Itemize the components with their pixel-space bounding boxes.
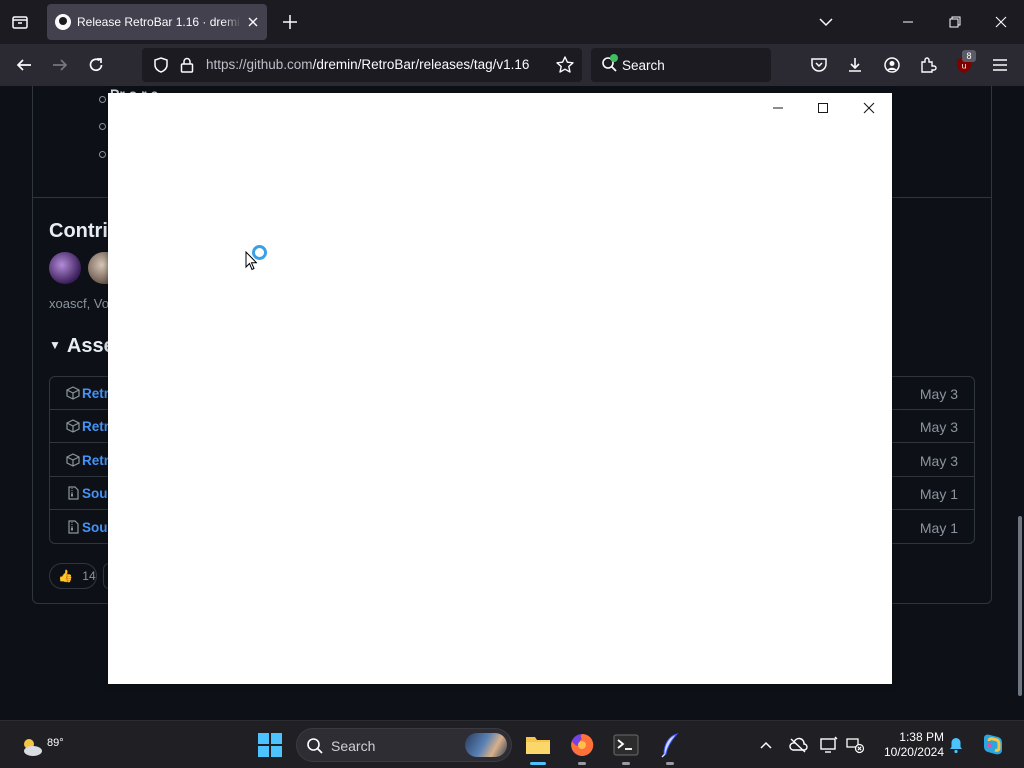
browser-nav-bar: https://github.com/dremin/RetroBar/relea… (0, 44, 1024, 86)
terminal-icon[interactable] (610, 729, 642, 765)
start-windows-icon[interactable] (258, 733, 282, 757)
running-app-indicator (666, 762, 674, 765)
display-icon[interactable] (819, 735, 839, 755)
extension-badge: 8 (962, 50, 976, 62)
asset-date: May 3 (919, 453, 958, 469)
network-disconnected-icon[interactable] (845, 735, 865, 755)
list-all-tabs-icon[interactable] (8, 10, 32, 34)
menu-hamburger-icon[interactable] (989, 54, 1011, 76)
search-bar[interactable]: Search (591, 48, 771, 82)
forward-arrow-icon[interactable] (49, 54, 71, 76)
lock-icon[interactable] (176, 54, 198, 76)
system-clock[interactable]: 1:38 PM 10/20/2024 (870, 730, 944, 760)
reaction-thumbs-up-button[interactable]: 👍 14 (49, 563, 97, 589)
avatar[interactable] (49, 252, 81, 284)
onedrive-offline-icon[interactable] (788, 735, 808, 755)
minimize-window-button[interactable] (758, 96, 798, 120)
package-icon (66, 419, 80, 433)
tab-release-retrobar[interactable]: Release RetroBar 1.16 · dremin/RetroBar (47, 4, 267, 40)
pocket-icon[interactable] (808, 54, 830, 76)
package-icon (66, 453, 80, 467)
file-zip-icon (68, 520, 79, 534)
taskbar: 89° Search 1:38 PM 10/20/2024 (0, 720, 1024, 768)
list-bullet (99, 96, 106, 103)
asset-date: May 3 (919, 419, 958, 435)
asset-date: May 3 (919, 386, 958, 402)
url-text[interactable]: https://github.com/dremin/RetroBar/relea… (206, 57, 546, 72)
list-bullet (99, 151, 106, 158)
address-bar[interactable]: https://github.com/dremin/RetroBar/relea… (142, 48, 582, 82)
back-arrow-icon[interactable] (13, 54, 35, 76)
weather-temperature: 89° (47, 737, 64, 749)
search-bar-placeholder: Search (622, 58, 665, 73)
taskbar-search-placeholder: Search (331, 738, 376, 754)
asset-link[interactable]: Retr (82, 453, 109, 468)
package-icon (66, 386, 80, 400)
minimize-window-button[interactable] (886, 8, 930, 36)
triangle-down-icon: ▼ (49, 338, 61, 352)
github-icon (55, 14, 71, 30)
asset-link[interactable]: Retr (82, 386, 109, 401)
close-window-button[interactable] (979, 8, 1023, 36)
restore-window-button[interactable] (933, 8, 977, 36)
active-app-indicator (530, 762, 546, 765)
firefox-icon[interactable] (566, 729, 598, 765)
search-icon (307, 738, 323, 754)
bookmark-star-icon[interactable] (554, 54, 576, 76)
file-explorer-icon[interactable] (522, 729, 554, 765)
extensions-puzzle-icon[interactable] (917, 54, 939, 76)
downloads-icon[interactable] (844, 54, 866, 76)
running-app-indicator (578, 762, 586, 765)
tab-title: Release RetroBar 1.16 · dremin/RetroBar (77, 15, 241, 29)
reload-icon[interactable] (85, 54, 107, 76)
search-highlight-image (465, 733, 507, 757)
contributor-names: xoascf, Vo (49, 296, 109, 311)
busy-spinner-icon (252, 245, 267, 260)
clock-time: 1:38 PM (899, 730, 944, 744)
assets-heading[interactable]: ▼ Asse (49, 335, 115, 358)
feather-app-icon[interactable] (654, 729, 686, 765)
blank-app-window[interactable] (108, 93, 892, 684)
copilot-icon[interactable] (980, 732, 1006, 758)
partly-cloudy-icon (24, 739, 42, 756)
asset-date: May 1 (919, 486, 958, 502)
search-engine-icon (599, 53, 621, 75)
account-icon[interactable] (881, 54, 903, 76)
contributors-heading: Contri (49, 220, 108, 242)
chevron-up-icon[interactable] (756, 735, 776, 755)
close-window-button[interactable] (849, 96, 889, 120)
notification-bell-icon[interactable] (946, 735, 966, 755)
maximize-window-button[interactable] (803, 96, 843, 120)
clock-date: 10/20/2024 (883, 745, 944, 759)
asset-date: May 1 (919, 520, 958, 536)
list-bullet (99, 123, 106, 130)
scrollbar-thumb[interactable] (1018, 516, 1022, 696)
reaction-count: 14 (82, 569, 96, 583)
thumbs-up-icon: 👍 (58, 569, 73, 583)
browser-tab-bar: Release RetroBar 1.16 · dremin/RetroBar (0, 0, 1024, 44)
shield-icon[interactable] (150, 54, 172, 76)
svg-text:u: u (961, 62, 966, 71)
taskbar-search-box[interactable]: Search (296, 728, 512, 762)
file-zip-icon (68, 486, 79, 500)
new-tab-icon[interactable] (280, 12, 300, 32)
weather-widget[interactable]: 89° (16, 729, 64, 761)
chevron-down-icon[interactable] (816, 12, 836, 32)
running-app-indicator (622, 762, 630, 765)
asset-link[interactable]: Retr (82, 419, 109, 434)
close-tab-icon[interactable] (245, 14, 261, 30)
